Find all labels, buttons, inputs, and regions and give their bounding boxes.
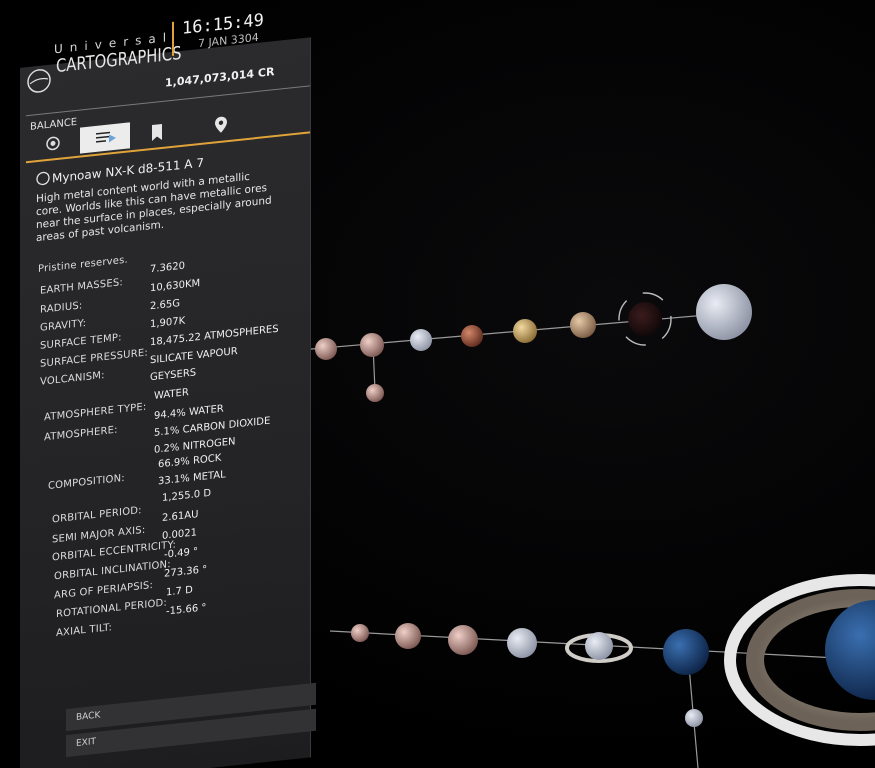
back-label: BACK [76, 710, 101, 724]
map-pin-icon [215, 116, 227, 133]
cartographics-panel: Universal CARTOGRAPHICS 16:15:49 7 JAN 3… [0, 0, 340, 768]
tab-target[interactable] [28, 128, 78, 159]
bookmark-icon [152, 123, 162, 142]
planet-7[interactable] [351, 624, 369, 642]
planet-3[interactable] [410, 329, 432, 351]
exit-label: EXIT [76, 736, 97, 750]
planet-9[interactable] [448, 625, 478, 655]
planet-icon [36, 171, 50, 186]
game-scene: Universal CARTOGRAPHICS 16:15:49 7 JAN 3… [0, 0, 875, 768]
header-accent-bar [172, 21, 174, 56]
planet-6[interactable] [570, 312, 596, 338]
planet-2[interactable] [360, 333, 384, 357]
list-play-icon [96, 131, 116, 143]
planet-10[interactable] [507, 628, 537, 658]
planet-8[interactable] [395, 623, 421, 649]
target-icon [46, 136, 60, 151]
cartographics-logo-icon [27, 69, 51, 93]
moon-planet-2[interactable] [366, 384, 384, 402]
tab-bookmarks[interactable] [132, 117, 182, 148]
planet-blue[interactable] [663, 629, 709, 675]
tab-info[interactable] [80, 122, 130, 154]
planet-4[interactable] [461, 325, 483, 347]
planet-5[interactable] [513, 319, 537, 343]
ringed-gas-giant[interactable] [724, 574, 875, 746]
gas-giant-white[interactable] [696, 284, 752, 340]
moon-blue-planet[interactable] [685, 709, 703, 727]
tab-map-pin[interactable] [196, 110, 246, 141]
